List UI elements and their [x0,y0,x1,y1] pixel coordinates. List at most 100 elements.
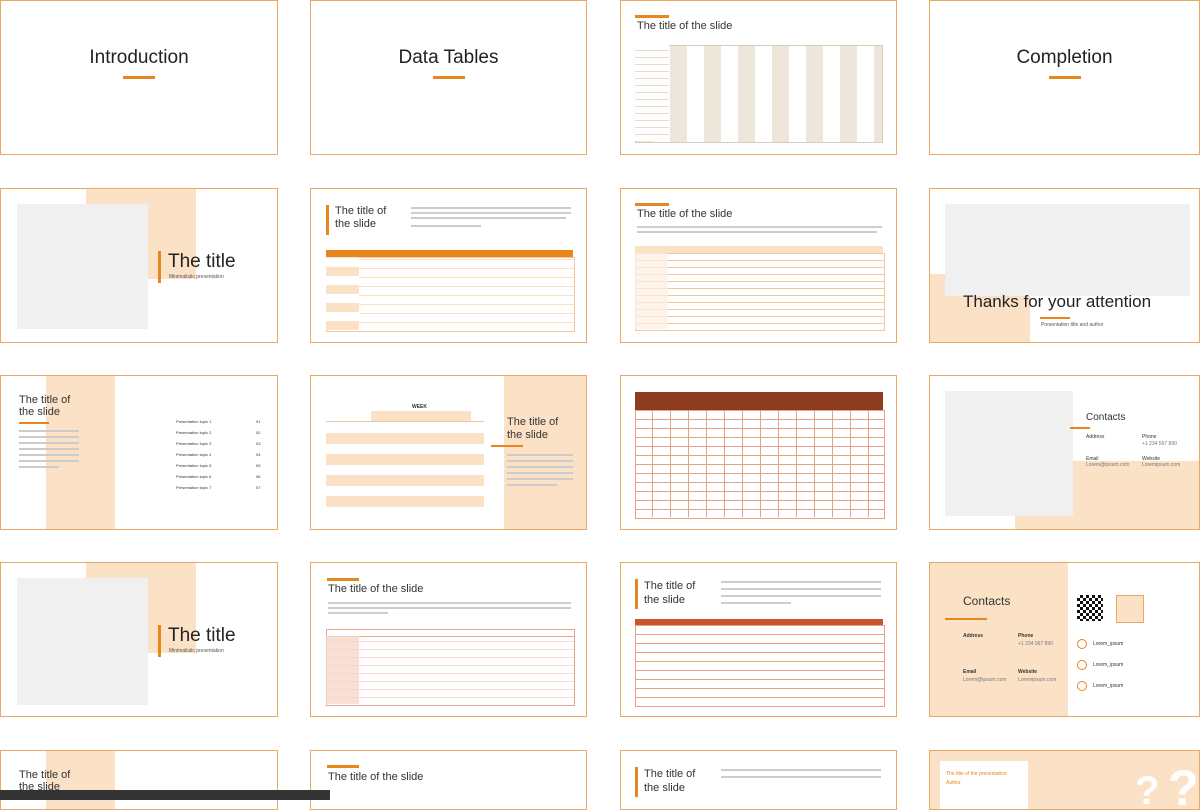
accent-bar [491,445,523,447]
scrollbar-strip[interactable] [0,790,330,800]
accent-bar [123,76,155,79]
slide-thanks[interactable]: Thanks for your attention Presentation t… [929,188,1200,343]
topic-label: Presentation topic 5 [176,463,212,468]
website-label: Website [1018,669,1038,675]
row-labels [326,636,359,704]
accent-bar [635,15,669,18]
data-table [635,625,885,707]
slide-footer[interactable]: The title of the presentation Author ? ? [929,750,1200,810]
slide-table-5[interactable]: The title of the slide [310,750,587,810]
slide-table-6[interactable]: The title of the slide [620,750,897,810]
topic-label: Presentation topic 3 [176,441,212,446]
body-text [411,217,566,219]
slide-title-image-2[interactable]: The title Minimalistic presentation [0,562,278,717]
social-handle: Lorem_ipsum [1093,641,1124,647]
email-value: Lorem@ipsum.com [1086,462,1130,468]
topic-label: Presentation topic 7 [176,485,212,490]
slide-subtitle: Minimalistic presentation [169,648,224,654]
slide-table-pink[interactable]: The title of the slide [310,562,587,717]
contacts-panel [1068,563,1199,716]
topic-number: 04 [256,452,261,457]
slide-title: Data Tables [398,47,499,68]
topic-number: 05 [256,463,261,468]
topic-number: 02 [256,430,261,435]
slide-title: The title [168,625,236,646]
slide-introduction[interactable]: Introduction [0,0,278,155]
topic-label: Presentation topic 1 [176,419,212,424]
body-text [507,472,573,474]
body-text [19,436,79,438]
accent-bar [326,205,329,235]
website-value: Loremipsum.com [1018,677,1057,683]
accent-bar [432,76,465,79]
slide-agenda-2[interactable]: The title of the slide [0,750,278,810]
body-text [411,207,571,209]
body-text [19,430,79,432]
phone-value: +1 234 567 890 [1018,641,1053,647]
image-placeholder [945,204,1190,296]
slide-table-orange[interactable]: The title of the slide [310,188,587,343]
topic-number: 07 [256,485,261,490]
body-text [721,602,791,604]
slide-title-line-2: the slide [644,782,685,794]
slide-completion[interactable]: Completion [929,0,1200,155]
slide-title: Thanks for your attention [963,292,1152,311]
body-text [411,212,571,214]
phone-label: Phone [1018,633,1034,639]
social-icon[interactable] [1077,639,1087,649]
accent-bar [945,618,987,620]
social-icon[interactable] [1077,660,1087,670]
table-header [635,392,883,410]
slide-table-shaded[interactable]: The title of the slide [620,0,897,155]
social-icon[interactable] [1077,681,1087,691]
topic-label: Presentation topic 2 [176,430,212,435]
slide-data-tables[interactable]: Data Tables [310,0,587,155]
accent-bar [1048,76,1081,79]
slide-week-schedule[interactable]: WEEK The title of the slide [310,375,587,530]
accent-bar [1070,427,1090,429]
body-text [19,466,59,468]
website-value: Loremipsum.com [1142,462,1181,468]
image-placeholder [17,578,148,705]
body-text [637,231,877,233]
topic-label: Presentation topic 6 [176,474,212,479]
slide-table-brown[interactable] [620,375,897,530]
slide-agenda[interactable]: The title of the slide Presentation topi… [0,375,278,530]
slide-title-line-1: The title of [644,580,696,592]
topic-number: 03 [256,441,261,446]
slide-table-red[interactable]: The title of the slide [620,562,897,717]
body-text [721,581,881,583]
slide-table-plain[interactable]: The title of the slide [620,188,897,343]
body-text [19,442,79,444]
accent-bar [635,767,638,797]
body-text [328,612,388,614]
social-handle: Lorem_ipsum [1093,662,1124,668]
slide-title-line-1: The title of [335,205,387,217]
slide-contacts-image[interactable]: Contacts Address Phone +1 234 567 890 Em… [929,375,1200,530]
phone-value: +1 234 567 890 [1142,441,1177,447]
body-text [328,602,571,604]
question-icon: ? [1135,769,1160,810]
schedule-rows [326,423,484,508]
slide-contacts-qr[interactable]: Contacts Address Phone +1 234 567 890 Em… [929,562,1200,717]
row-labels [635,253,668,329]
accent-bar [635,203,669,206]
signature-logo [1116,595,1144,623]
slide-title-line-1: The title of [644,768,696,780]
address-label: Address [1086,434,1105,440]
slide-title-image[interactable]: The title Minimalistic presentation [0,188,278,343]
slide-title: The title of the slide [328,583,424,595]
table-columns [635,410,883,517]
body-text [411,225,481,227]
body-text [721,588,881,590]
accent-bar [327,578,359,581]
image-placeholder [945,391,1073,516]
footer-author: Author [946,780,961,786]
data-table [326,636,575,706]
row-labels [635,45,669,141]
slide-title: The title of the slide [637,20,733,32]
data-table [635,253,885,331]
accent-bar [19,422,49,424]
body-text [507,478,573,480]
accent-bar [635,579,638,609]
